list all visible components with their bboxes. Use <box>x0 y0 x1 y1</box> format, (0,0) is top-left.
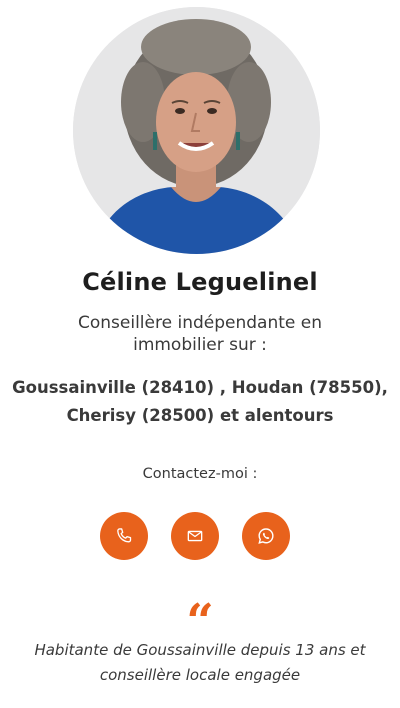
quote-text: Habitante de Goussainville depuis 13 ans… <box>10 638 390 688</box>
email-button[interactable] <box>171 512 219 560</box>
service-areas-line-2: Cherisy (28500) et alentours <box>66 406 334 425</box>
advisor-role: Conseillère indépendante en immobilier s… <box>78 313 322 355</box>
whatsapp-button[interactable] <box>242 512 290 560</box>
phone-icon <box>117 528 132 543</box>
mail-icon <box>187 530 203 542</box>
advisor-name: Céline Leguelinel <box>82 268 318 296</box>
profile-photo <box>73 7 320 254</box>
quote-line-2: conseillère locale engagée <box>99 666 301 684</box>
whatsapp-icon <box>258 528 274 544</box>
contact-buttons <box>100 512 291 560</box>
quote-line-1: Habitante de Goussainville depuis 13 ans… <box>34 641 366 659</box>
service-areas-line-1: Goussainville (28410) , Houdan (78550), <box>12 378 388 397</box>
quote-mark-icon: “ <box>186 598 214 630</box>
phone-button[interactable] <box>100 512 148 560</box>
contact-label: Contactez-moi : <box>142 466 258 482</box>
service-areas: Goussainville (28410) , Houdan (78550), … <box>0 374 400 430</box>
